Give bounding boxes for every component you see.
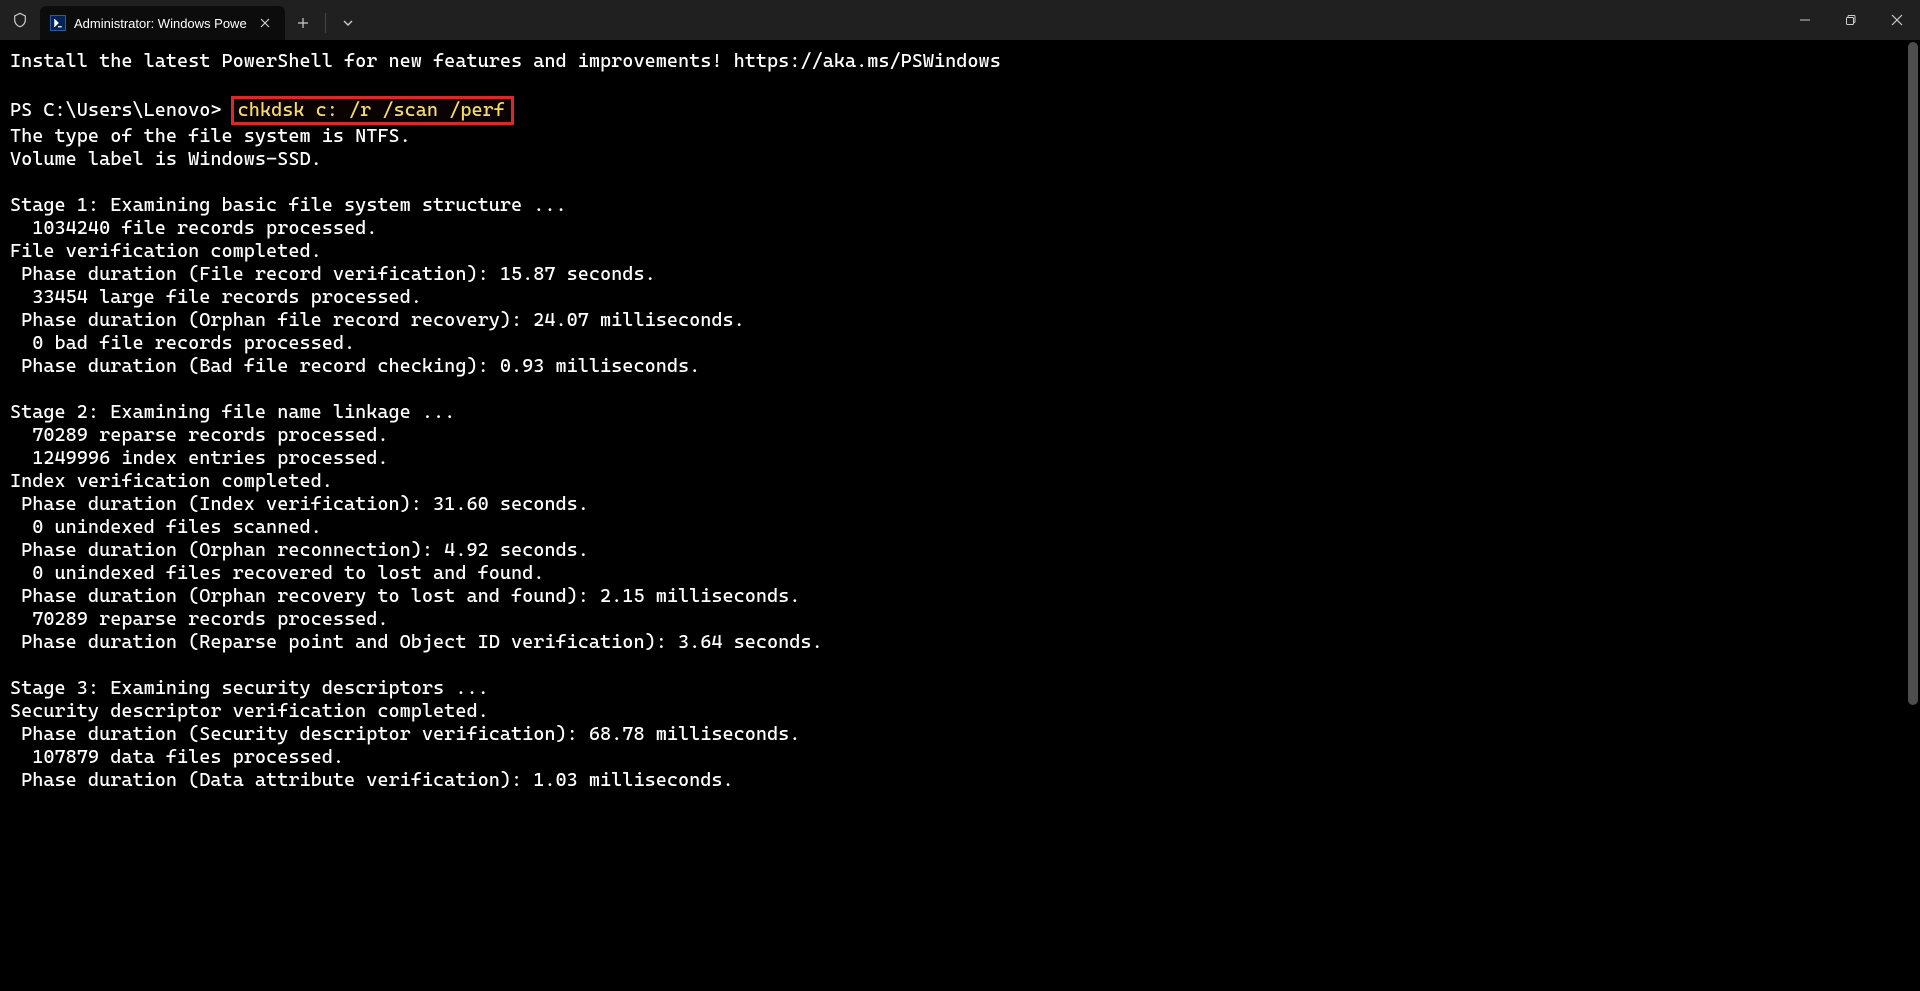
output-line: 1034240 file records processed. <box>10 217 1910 240</box>
terminal-output[interactable]: Install the latest PowerShell for new fe… <box>0 40 1920 991</box>
output-line: Phase duration (Data attribute verificat… <box>10 769 1910 792</box>
titlebar: Administrator: Windows Powe <box>0 0 1920 40</box>
output-line: 0 bad file records processed. <box>10 332 1910 355</box>
tab-title: Administrator: Windows Powe <box>74 16 247 31</box>
output-line: Phase duration (File record verification… <box>10 263 1910 286</box>
output-line: Security descriptor verification complet… <box>10 700 1910 723</box>
output-line: 1249996 index entries processed. <box>10 447 1910 470</box>
output-line: Stage 2: Examining file name linkage ... <box>10 401 1910 424</box>
window-controls <box>1782 0 1920 40</box>
output-line: The type of the file system is NTFS. <box>10 125 1910 148</box>
prompt-line: PS C:\Users\Lenovo> chkdsk c: /r /scan /… <box>10 96 1910 125</box>
output-line: Phase duration (Reparse point and Object… <box>10 631 1910 654</box>
close-button[interactable] <box>1874 0 1920 40</box>
output-line: Phase duration (Index verification): 31.… <box>10 493 1910 516</box>
output-line: Phase duration (Orphan reconnection): 4.… <box>10 539 1910 562</box>
tab-dropdown-button[interactable] <box>330 6 366 40</box>
output-line: 70289 reparse records processed. <box>10 608 1910 631</box>
scrollbar[interactable] <box>1908 42 1918 989</box>
output-line: 0 unindexed files recovered to lost and … <box>10 562 1910 585</box>
command-text: chkdsk c: /r /scan /perf <box>238 99 505 121</box>
output-line: Phase duration (Orphan recovery to lost … <box>10 585 1910 608</box>
output-line: 0 unindexed files scanned. <box>10 516 1910 539</box>
blank-line <box>10 73 1910 96</box>
output-line: 107879 data files processed. <box>10 746 1910 769</box>
maximize-button[interactable] <box>1828 0 1874 40</box>
output-line <box>10 654 1910 677</box>
output-line: 33454 large file records processed. <box>10 286 1910 309</box>
output-line: File verification completed. <box>10 240 1910 263</box>
output-line: Stage 1: Examining basic file system str… <box>10 194 1910 217</box>
minimize-button[interactable] <box>1782 0 1828 40</box>
tab-powershell[interactable]: Administrator: Windows Powe <box>40 6 285 40</box>
shield-icon <box>0 0 40 40</box>
output-line: 70289 reparse records processed. <box>10 424 1910 447</box>
output-line <box>10 378 1910 401</box>
banner-line: Install the latest PowerShell for new fe… <box>10 50 1910 73</box>
scrollbar-thumb[interactable] <box>1908 42 1918 705</box>
output-line <box>10 171 1910 194</box>
powershell-icon <box>50 15 66 31</box>
titlebar-divider <box>325 13 326 33</box>
titlebar-left: Administrator: Windows Powe <box>0 0 366 40</box>
output-line: Index verification completed. <box>10 470 1910 493</box>
output-line: Phase duration (Security descriptor veri… <box>10 723 1910 746</box>
new-tab-button[interactable] <box>285 6 321 40</box>
output-line: Volume label is Windows-SSD. <box>10 148 1910 171</box>
output-line: Phase duration (Orphan file record recov… <box>10 309 1910 332</box>
output-line: Phase duration (Bad file record checking… <box>10 355 1910 378</box>
tab-close-button[interactable] <box>255 13 275 33</box>
prompt-text: PS C:\Users\Lenovo> <box>10 99 222 121</box>
command-highlight: chkdsk c: /r /scan /perf <box>231 96 514 125</box>
output-line: Stage 3: Examining security descriptors … <box>10 677 1910 700</box>
